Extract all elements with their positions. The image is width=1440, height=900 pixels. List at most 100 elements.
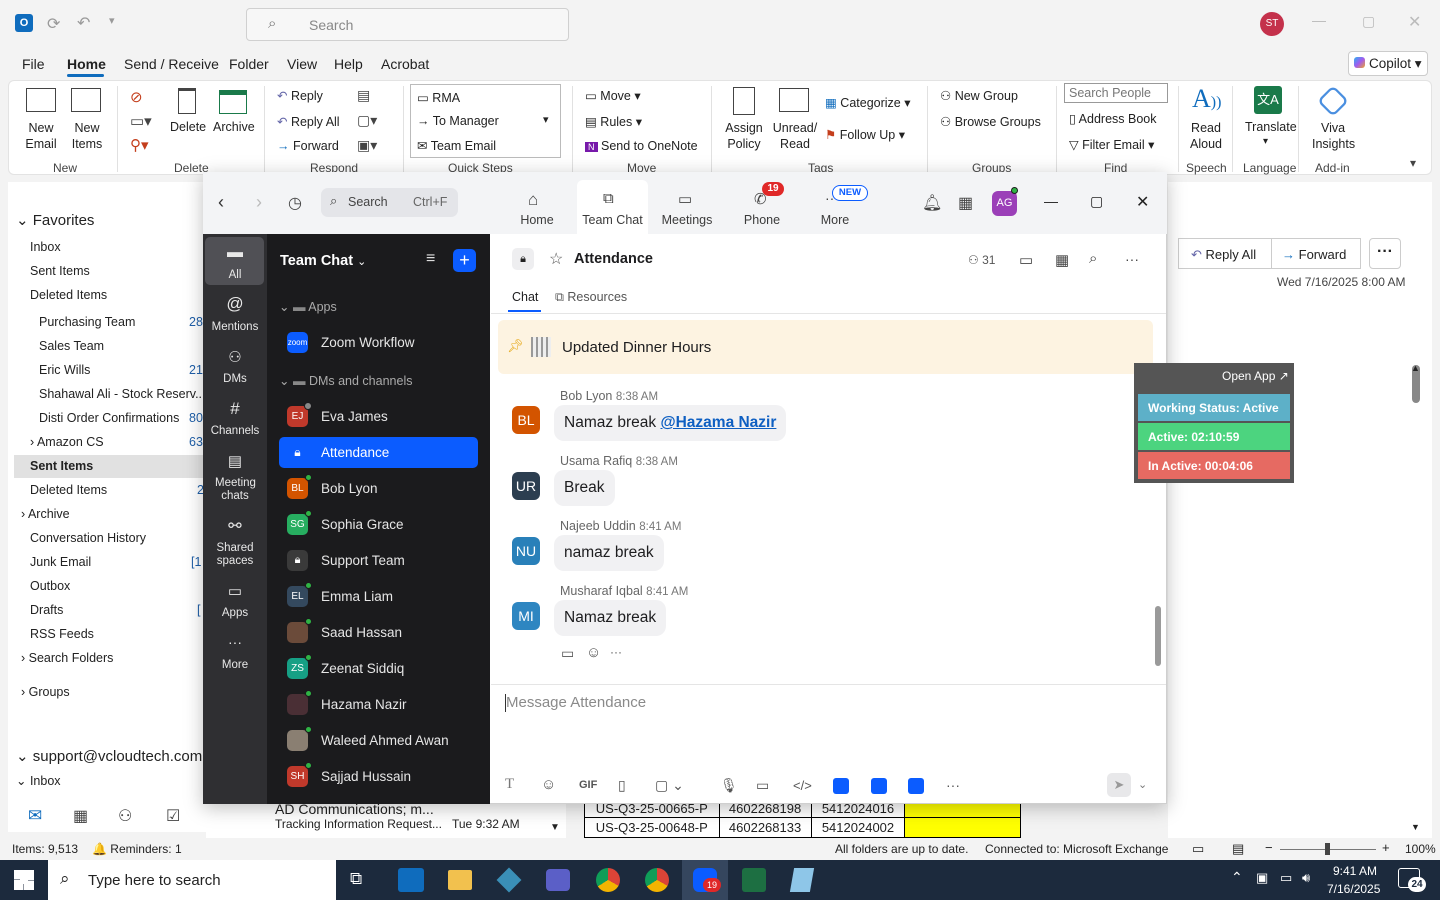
rail-shared-spaces[interactable]: Shared spaces bbox=[203, 542, 267, 568]
browse-groups-button[interactable]: ⚇ Browse Groups bbox=[940, 114, 1041, 129]
rail-all[interactable]: All bbox=[203, 269, 267, 281]
compose-more-icon[interactable]: ··· bbox=[946, 777, 960, 793]
undo-icon[interactable]: ↶ bbox=[77, 13, 90, 33]
new-items-button[interactable]: New Items bbox=[66, 120, 108, 152]
outlook-search-input[interactable]: Search bbox=[246, 8, 569, 41]
zoom-maximize-button[interactable]: ▢ bbox=[1090, 193, 1103, 210]
zoom-out-icon[interactable]: − bbox=[1265, 840, 1273, 855]
channel-item-selected[interactable]: 🔒︎ Attendance bbox=[279, 437, 478, 468]
message-bubble[interactable]: Namaz break bbox=[554, 600, 667, 636]
filter-icon[interactable]: ≡ bbox=[426, 250, 435, 268]
text-format-icon[interactable]: T bbox=[505, 776, 514, 793]
taskbar-chrome-icon[interactable] bbox=[596, 868, 620, 892]
folder-junk[interactable]: Junk Email bbox=[30, 555, 91, 569]
menu-view[interactable]: View bbox=[287, 56, 317, 72]
translate-button[interactable]: Translate bbox=[1245, 120, 1297, 134]
folder-fav-sent[interactable]: Sent Items bbox=[30, 264, 90, 278]
status-reminders[interactable]: 🔔 Reminders: 1 bbox=[92, 842, 182, 856]
onenote-button[interactable]: N Send to OneNote bbox=[585, 139, 698, 153]
channel-calendar-icon[interactable]: ▦ bbox=[1055, 251, 1069, 269]
mail-list-scroll-down-icon[interactable]: ▼ bbox=[550, 822, 560, 833]
message-avatar[interactable]: BL bbox=[512, 406, 540, 434]
tab-resources[interactable]: ⧉ Resources bbox=[555, 290, 627, 305]
mail-subject[interactable]: Tracking Information Request... bbox=[275, 817, 442, 831]
add-reaction-icon[interactable]: ☺ bbox=[586, 644, 601, 661]
more-respond-icon[interactable]: ▣▾ bbox=[357, 137, 377, 154]
tab-phone[interactable]: Phone bbox=[740, 213, 784, 227]
channel-more-icon[interactable]: ··· bbox=[1125, 251, 1139, 267]
video-message-icon[interactable]: ▭ bbox=[756, 777, 769, 794]
app-icon-3[interactable] bbox=[908, 778, 924, 794]
reply-button[interactable]: ↶ Reply bbox=[277, 88, 323, 103]
folder-deleted[interactable]: Deleted Items bbox=[30, 483, 107, 497]
reply-all-btn[interactable]: ↶ Reply All bbox=[1178, 238, 1272, 269]
new-email-button[interactable]: New Email bbox=[24, 120, 58, 152]
tab-team-chat[interactable]: Team Chat bbox=[577, 213, 648, 227]
junk-icon[interactable]: ⚲▾ bbox=[130, 136, 149, 154]
zoom-in-icon[interactable]: + bbox=[1382, 840, 1390, 855]
translate-chevron-icon[interactable]: ▾ bbox=[1263, 136, 1268, 147]
message-avatar[interactable]: UR bbox=[512, 472, 540, 500]
member-count[interactable]: ⚇ 31 bbox=[968, 253, 995, 267]
forward-button[interactable]: → Forward bbox=[277, 139, 339, 153]
menu-file[interactable]: File bbox=[22, 56, 45, 72]
search-people-input[interactable]: Search People bbox=[1064, 83, 1168, 103]
app-icon-1[interactable] bbox=[833, 778, 849, 794]
message-bubble[interactable]: Break bbox=[554, 470, 615, 506]
tab-chat[interactable]: Chat bbox=[512, 290, 538, 304]
zoom-close-button[interactable]: ✕ bbox=[1136, 192, 1149, 212]
star-icon[interactable]: ☆ bbox=[549, 249, 563, 269]
zoom-minimize-button[interactable]: — bbox=[1044, 193, 1058, 209]
reply-all-button[interactable]: ↶ Reply All bbox=[277, 114, 340, 129]
folder-drafts[interactable]: Drafts bbox=[30, 603, 63, 617]
app-icon-2[interactable] bbox=[871, 778, 887, 794]
reading-view-icon[interactable]: ▤ bbox=[1232, 841, 1244, 857]
chat-scrollbar[interactable] bbox=[1155, 606, 1161, 666]
meeting-reply-icon[interactable]: ▤ bbox=[357, 87, 370, 104]
folder-search[interactable]: › Search Folders bbox=[21, 651, 113, 665]
file-icon[interactable]: ▯ bbox=[618, 777, 626, 794]
code-icon[interactable]: </> bbox=[793, 778, 812, 793]
history-icon[interactable]: ◷ bbox=[288, 193, 302, 213]
channel-search-icon[interactable]: ⌕ bbox=[1089, 250, 1097, 267]
tab-home[interactable]: Home bbox=[512, 213, 562, 227]
forward-btn[interactable]: → Forward bbox=[1271, 238, 1361, 269]
team-chat-header[interactable]: Team Chat ⌄ bbox=[280, 253, 366, 269]
video-icon[interactable]: ▭ bbox=[1019, 251, 1033, 269]
tasks-nav-icon[interactable]: ☑ bbox=[166, 806, 180, 826]
volume-icon[interactable]: 🔊︎ bbox=[1302, 870, 1310, 886]
folder-shahawal[interactable]: Shahawal Ali - Stock Reserv... bbox=[39, 387, 206, 401]
zoom-slider-thumb[interactable] bbox=[1325, 843, 1330, 855]
groups-header[interactable]: › Groups bbox=[21, 685, 70, 699]
emoji-icon[interactable]: ☺ bbox=[541, 776, 556, 793]
read-aloud-button[interactable]: Read Aloud bbox=[1186, 120, 1226, 152]
account-header[interactable]: ⌄ support@vcloudtech.com bbox=[16, 747, 202, 765]
rail-mentions[interactable]: Mentions bbox=[203, 321, 267, 333]
folder-sales[interactable]: Sales Team bbox=[39, 339, 104, 353]
menu-acrobat[interactable]: Acrobat bbox=[381, 56, 429, 72]
windows-start-icon[interactable] bbox=[14, 870, 34, 890]
send-button[interactable]: ➤ bbox=[1107, 773, 1131, 797]
maximize-button[interactable]: ▢ bbox=[1362, 13, 1375, 30]
zoom-calendar-icon[interactable]: ▦ bbox=[958, 193, 973, 213]
menu-folder[interactable]: Folder bbox=[229, 56, 269, 72]
ignore-icon[interactable]: ⊘ bbox=[130, 88, 143, 106]
folder-purchasing[interactable]: Purchasing Team bbox=[39, 315, 135, 329]
close-button[interactable]: ✕ bbox=[1408, 12, 1421, 32]
taskbar-search[interactable]: Type here to search bbox=[48, 860, 336, 900]
rail-channels[interactable]: Channels bbox=[203, 425, 267, 437]
follow-up-button[interactable]: ⚑ Follow Up ▾ bbox=[825, 127, 905, 142]
calendar-nav-icon[interactable]: ▦ bbox=[73, 806, 88, 826]
audio-icon[interactable]: 🎙︎ bbox=[720, 777, 738, 794]
rail-more[interactable]: More bbox=[203, 659, 267, 671]
folder-sent[interactable]: Sent Items bbox=[30, 459, 93, 473]
mail-nav-icon[interactable]: ✉ bbox=[28, 806, 42, 826]
new-group-button[interactable]: ⚇ New Group bbox=[940, 88, 1018, 103]
taskbar-excel-icon[interactable] bbox=[742, 868, 766, 892]
ribbon-collapse-icon[interactable]: ▾ bbox=[1410, 156, 1416, 170]
user-avatar[interactable]: ST bbox=[1260, 12, 1284, 36]
zoom-search-input[interactable]: Search Ctrl+F bbox=[321, 188, 458, 217]
quickstep-team-email[interactable]: ✉ Team Email bbox=[417, 138, 496, 153]
open-app-button[interactable]: Open App ↗ bbox=[1222, 369, 1289, 383]
taskbar-teams-icon[interactable] bbox=[546, 869, 570, 891]
